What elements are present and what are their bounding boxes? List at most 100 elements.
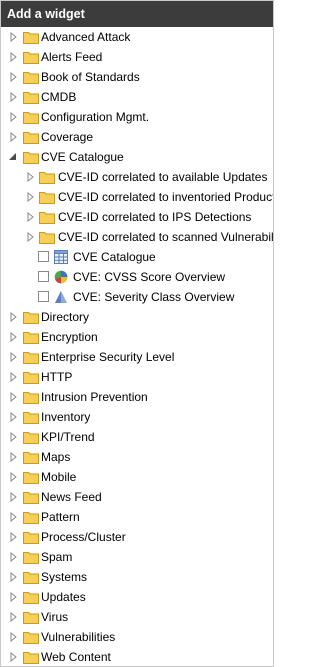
folder-icon <box>23 511 39 524</box>
folder-icon <box>23 331 39 344</box>
expand-arrow-icon[interactable] <box>9 392 19 402</box>
folder-icon <box>23 351 39 364</box>
tree-item-label: Maps <box>41 450 71 464</box>
tree-item-label: Enterprise Security Level <box>41 350 175 364</box>
expand-arrow-icon[interactable] <box>26 192 36 202</box>
pyramid-chart-icon <box>54 290 68 304</box>
tree-item-label: Coverage <box>41 130 94 144</box>
folder-icon <box>39 211 55 224</box>
tree-folder-alerts-feed[interactable]: Alerts Feed <box>1 47 273 67</box>
tree-folder-cve-catalogue[interactable]: CVE Catalogue <box>1 147 273 167</box>
expand-arrow-icon[interactable] <box>9 592 19 602</box>
expand-arrow-icon[interactable] <box>9 132 19 142</box>
tree-folder-web-content[interactable]: Web Content <box>1 647 273 666</box>
tree-folder-intrusion-prevention[interactable]: Intrusion Prevention <box>1 387 273 407</box>
tree-item-label: Advanced Attack <box>41 30 131 44</box>
folder-icon <box>23 311 39 324</box>
expand-arrow-icon[interactable] <box>9 92 19 102</box>
tree-folder-cve-scanned-vulnerabilities[interactable]: CVE-ID correlated to scanned Vulnerabili… <box>1 227 273 247</box>
expand-arrow-icon[interactable] <box>9 352 19 362</box>
widget-item-cve-severity-class-overview[interactable]: CVE: Severity Class Overview <box>1 287 273 307</box>
tree-folder-updates[interactable]: Updates <box>1 587 273 607</box>
folder-icon <box>23 571 39 584</box>
tree-item-label: CVE: Severity Class Overview <box>73 290 235 304</box>
expand-arrow-icon[interactable] <box>9 312 19 322</box>
tree-folder-spam[interactable]: Spam <box>1 547 273 567</box>
widget-checkbox[interactable] <box>38 291 49 302</box>
widget-item-cve-cvss-score-overview[interactable]: CVE: CVSS Score Overview <box>1 267 273 287</box>
tree-item-label: Directory <box>41 310 90 324</box>
expand-arrow-icon[interactable] <box>9 572 19 582</box>
tree-item-label: KPI/Trend <box>41 430 95 444</box>
expand-arrow-icon[interactable] <box>26 172 36 182</box>
tree-folder-cve-available-updates[interactable]: CVE-ID correlated to available Updates <box>1 167 273 187</box>
tree-folder-cve-inventoried-products[interactable]: CVE-ID correlated to inventoried Product… <box>1 187 273 207</box>
collapse-arrow-icon[interactable] <box>8 152 18 162</box>
folder-open-icon <box>23 151 39 164</box>
tree-folder-directory[interactable]: Directory <box>1 307 273 327</box>
tree-folder-process-cluster[interactable]: Process/Cluster <box>1 527 273 547</box>
tree-folder-http[interactable]: HTTP <box>1 367 273 387</box>
widget-checkbox[interactable] <box>38 251 49 262</box>
tree-folder-systems[interactable]: Systems <box>1 567 273 587</box>
expand-arrow-icon[interactable] <box>26 212 36 222</box>
expand-arrow-icon[interactable] <box>9 52 19 62</box>
tree-folder-cve-ips-detections[interactable]: CVE-ID correlated to IPS Detections <box>1 207 273 227</box>
tree-folder-virus[interactable]: Virus <box>1 607 273 627</box>
expand-arrow-icon[interactable] <box>9 472 19 482</box>
tree-item-label: Mobile <box>41 470 77 484</box>
tree-folder-news-feed[interactable]: News Feed <box>1 487 273 507</box>
tree-item-label: Pattern <box>41 510 80 524</box>
tree-folder-kpi-trend[interactable]: KPI/Trend <box>1 427 273 447</box>
expand-arrow-icon[interactable] <box>9 72 19 82</box>
tree-folder-enterprise-security-level[interactable]: Enterprise Security Level <box>1 347 273 367</box>
tree-item-label: Configuration Mgmt. <box>41 110 150 124</box>
expand-arrow-icon[interactable] <box>9 32 19 42</box>
tree-folder-pattern[interactable]: Pattern <box>1 507 273 527</box>
folder-icon <box>23 611 39 624</box>
expand-arrow-icon[interactable] <box>9 532 19 542</box>
tree-item-label: Process/Cluster <box>41 530 126 544</box>
expand-arrow-icon[interactable] <box>9 612 19 622</box>
expand-arrow-icon[interactable] <box>9 512 19 522</box>
tree-folder-configuration-mgmt[interactable]: Configuration Mgmt. <box>1 107 273 127</box>
folder-icon <box>23 131 39 144</box>
expand-arrow-icon[interactable] <box>9 432 19 442</box>
expand-arrow-icon[interactable] <box>9 552 19 562</box>
tree-item-label: Vulnerabilities <box>41 630 116 644</box>
expand-arrow-icon[interactable] <box>9 372 19 382</box>
expand-arrow-icon[interactable] <box>9 332 19 342</box>
tree-folder-vulnerabilities[interactable]: Vulnerabilities <box>1 627 273 647</box>
folder-icon <box>23 471 39 484</box>
expand-arrow-icon[interactable] <box>9 652 19 662</box>
tree-item-label: Systems <box>41 570 88 584</box>
tree-folder-cmdb[interactable]: CMDB <box>1 87 273 107</box>
expand-arrow-icon[interactable] <box>26 232 36 242</box>
add-widget-panel: Add a widget Advanced Attack Alerts Feed… <box>0 0 274 667</box>
tree-item-label: Intrusion Prevention <box>41 390 148 404</box>
tree-folder-book-of-standards[interactable]: Book of Standards <box>1 67 273 87</box>
tree-folder-mobile[interactable]: Mobile <box>1 467 273 487</box>
tree-folder-inventory[interactable]: Inventory <box>1 407 273 427</box>
tree-item-label: Web Content <box>41 650 111 664</box>
widget-checkbox[interactable] <box>38 271 49 282</box>
folder-icon <box>23 31 39 44</box>
folder-icon <box>23 591 39 604</box>
expand-arrow-icon[interactable] <box>9 452 19 462</box>
tree-item-label: CVE-ID correlated to inventoried Product… <box>58 190 274 204</box>
folder-icon <box>23 111 39 124</box>
widget-item-cve-catalogue[interactable]: CVE Catalogue <box>1 247 273 267</box>
folder-icon <box>23 371 39 384</box>
folder-icon <box>23 451 39 464</box>
tree-folder-encryption[interactable]: Encryption <box>1 327 273 347</box>
expand-arrow-icon[interactable] <box>9 412 19 422</box>
tree-folder-advanced-attack[interactable]: Advanced Attack <box>1 27 273 47</box>
tree-folder-coverage[interactable]: Coverage <box>1 127 273 147</box>
expand-arrow-icon[interactable] <box>9 492 19 502</box>
expand-arrow-icon[interactable] <box>9 112 19 122</box>
widget-tree: Advanced Attack Alerts Feed Book of Stan… <box>1 27 273 666</box>
expand-arrow-icon[interactable] <box>9 632 19 642</box>
tree-folder-maps[interactable]: Maps <box>1 447 273 467</box>
tree-item-label: CVE: CVSS Score Overview <box>73 270 226 284</box>
tree-item-label: CVE-ID correlated to available Updates <box>58 170 268 184</box>
